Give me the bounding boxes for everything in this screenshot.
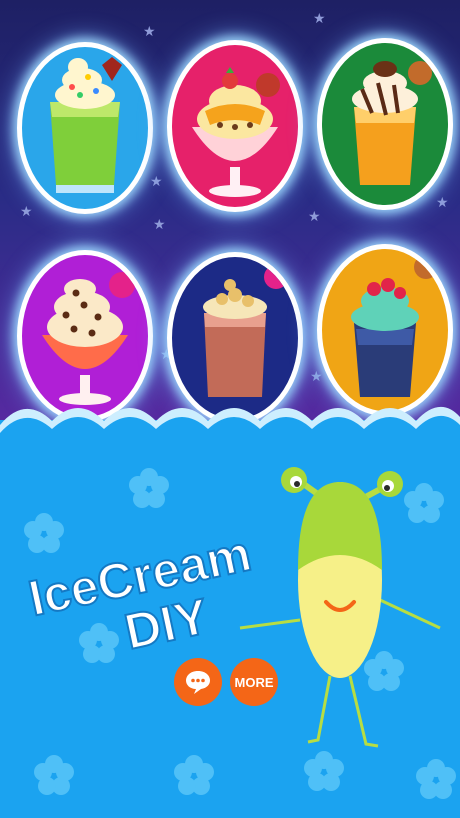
star-icon: ★	[308, 209, 321, 225]
wave-border	[0, 406, 460, 455]
more-button[interactable]: MORE	[230, 658, 278, 706]
feedback-button[interactable]	[174, 658, 222, 706]
dessert-tile-blue-shake[interactable]	[317, 244, 453, 416]
more-button-label: MORE	[234, 674, 274, 690]
star-icon: ★	[313, 11, 326, 27]
flower-decoration	[416, 759, 456, 799]
game-title: IceCream DIY	[23, 524, 257, 660]
speech-bubble-icon	[186, 671, 210, 694]
dessert-tile-orange-shake[interactable]	[317, 38, 453, 210]
star-icon: ★	[310, 369, 323, 385]
dessert-tile-strawberry-sundae[interactable]	[167, 40, 303, 212]
star-icon: ★	[150, 174, 163, 190]
home-screen: ★ ★ ★ ★ ★ ★ ★ ★ ★ ★ ★	[0, 0, 460, 818]
flower-decoration	[174, 755, 214, 795]
star-icon: ★	[143, 24, 156, 40]
flower-decoration	[34, 755, 74, 795]
star-icon: ★	[153, 217, 166, 233]
dessert-tile-green-smoothie[interactable]	[17, 42, 153, 214]
